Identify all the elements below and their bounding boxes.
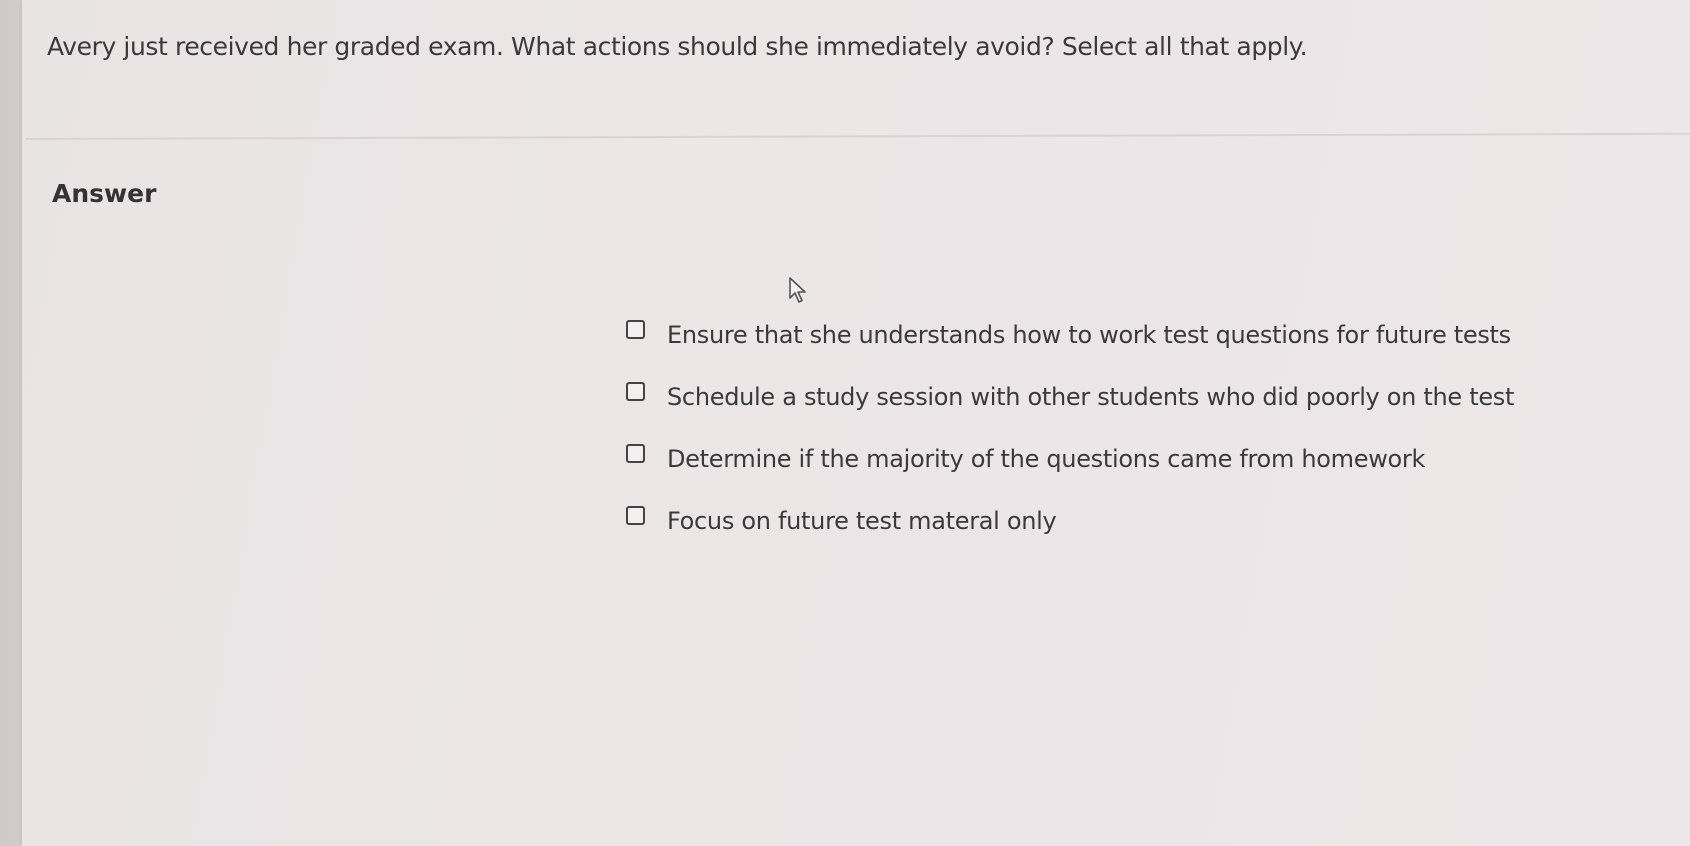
option-1[interactable]: Ensure that she understands how to work …	[626, 304, 1514, 366]
option-4-label[interactable]: Focus on future test materal only	[667, 507, 1057, 535]
option-2[interactable]: Schedule a study session with other stud…	[626, 366, 1514, 428]
option-3-checkbox[interactable]	[626, 443, 645, 463]
answer-label: Answer	[52, 179, 157, 208]
option-4[interactable]: Focus on future test materal only	[626, 490, 1514, 552]
option-4-checkbox[interactable]	[626, 505, 645, 525]
question-text: Avery just received her graded exam. Wha…	[47, 32, 1308, 61]
option-3-label[interactable]: Determine if the majority of the questio…	[667, 445, 1425, 473]
option-2-checkbox[interactable]	[626, 381, 645, 401]
option-1-checkbox[interactable]	[626, 319, 645, 339]
option-2-label[interactable]: Schedule a study session with other stud…	[667, 383, 1514, 411]
answer-options: Ensure that she understands how to work …	[626, 304, 1514, 552]
option-1-label[interactable]: Ensure that she understands how to work …	[667, 321, 1511, 349]
mouse-pointer-icon	[789, 277, 806, 303]
option-3[interactable]: Determine if the majority of the questio…	[626, 428, 1514, 490]
